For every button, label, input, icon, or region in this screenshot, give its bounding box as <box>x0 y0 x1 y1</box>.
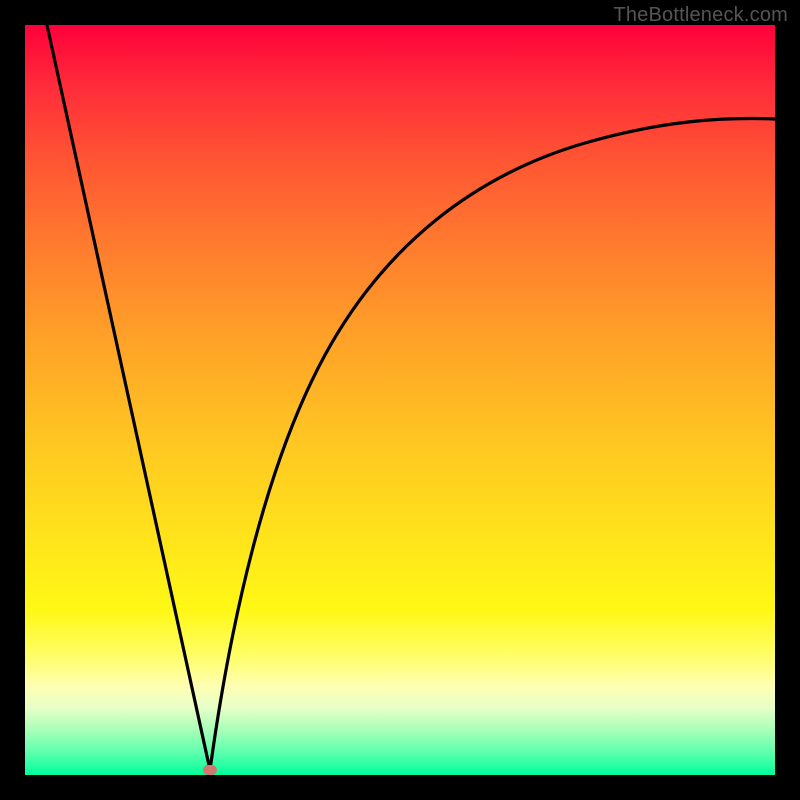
curve-right-branch <box>210 118 775 770</box>
minimum-marker <box>203 765 217 775</box>
watermark-text: TheBottleneck.com <box>613 4 788 27</box>
bottleneck-curve <box>25 25 775 775</box>
curve-left-branch <box>47 25 210 770</box>
